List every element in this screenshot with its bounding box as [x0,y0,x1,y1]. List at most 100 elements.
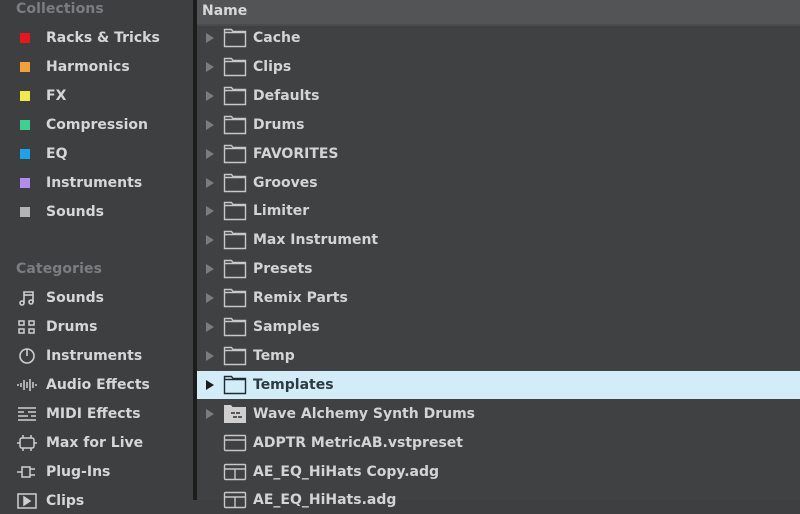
category-label: Max for Live [46,435,144,451]
category-item[interactable]: Audio Effects [16,372,186,398]
row-label: Presets [253,261,313,278]
collection-label: Instruments [46,175,143,191]
browser-row[interactable]: Grooves [197,169,800,197]
expand-triangle-icon[interactable] [204,408,216,419]
clip-play-icon [16,491,38,511]
browser-row[interactable]: AE_EQ_HiHats Copy.adg [197,458,800,486]
collection-label: Sounds [46,204,104,220]
browser-row[interactable]: Defaults [197,82,800,110]
folder-icon [223,317,247,337]
row-label: Max Instrument [253,232,379,249]
categories-title: Categories [16,261,103,277]
color-swatch-icon [20,149,30,159]
waveform-icon [16,375,38,395]
color-swatch-icon [20,62,30,72]
collection-item[interactable]: Compression [16,112,186,138]
folder-icon [223,115,247,135]
folder-icon [223,375,247,395]
music-note-icon [16,288,38,308]
collections-title: Collections [16,1,104,17]
row-label: ADPTR MetricAB.vstpreset [253,434,463,451]
row-label: Grooves [253,174,318,191]
category-item[interactable]: Clips [16,488,186,514]
folder-icon [223,173,247,193]
expand-triangle-icon[interactable] [204,33,216,43]
expand-triangle-icon[interactable] [204,379,216,390]
category-item[interactable]: Drums [16,314,186,340]
folder-icon [223,28,247,48]
category-label: Drums [46,319,98,335]
row-label: Remix Parts [253,290,348,307]
row-label: Limiter [253,203,310,220]
category-item[interactable]: Sounds [16,285,186,311]
row-label: Templates [253,376,334,393]
category-item[interactable]: Instruments [16,343,186,369]
browser-sidebar: Collections Racks & Tricks Harmonics FX Com… [0,0,193,509]
browser-row[interactable]: ADPTR MetricAB.vstpreset [197,429,800,457]
folder-icon [223,144,247,164]
row-label: Temp [253,347,295,364]
browser-row[interactable]: Templates [197,370,800,399]
row-label: Samples [253,319,320,335]
collection-label: Compression [46,117,148,133]
folder-icon [223,57,247,77]
expand-triangle-icon[interactable] [204,206,216,217]
midi-lines-icon [16,404,38,424]
folder-icon [223,346,247,366]
category-label: Sounds [46,290,104,306]
expand-triangle-icon[interactable] [204,322,216,332]
browser-row[interactable]: Limiter [197,197,800,225]
expand-triangle-icon[interactable] [204,90,216,101]
collection-item[interactable]: Racks & Tricks [16,25,186,51]
column-header-label: Name [202,3,248,19]
folder-icon [223,201,247,221]
category-item[interactable]: Plug-Ins [16,459,186,485]
expand-triangle-icon[interactable] [204,61,216,72]
collection-item[interactable]: Instruments [16,170,186,196]
plug-icon [16,462,38,482]
browser-row[interactable]: Presets [197,255,800,283]
browser-row[interactable]: Drums [197,111,800,139]
expand-triangle-icon[interactable] [204,119,216,130]
row-label: FAVORITES [253,145,339,162]
row-label: Wave Alchemy Synth Drums [253,405,475,422]
color-swatch-icon [20,178,30,188]
collection-item[interactable]: Harmonics [16,54,186,80]
row-label: Defaults [253,87,320,104]
browser-row[interactable]: FAVORITES [197,140,800,168]
browser-row[interactable]: Samples [197,313,800,341]
expand-triangle-icon[interactable] [204,350,216,361]
browser-row[interactable]: Wave Alchemy Synth Drums [197,400,800,428]
color-swatch-icon [20,91,30,101]
category-item[interactable]: MIDI Effects [16,401,186,427]
column-header-name[interactable]: Name [197,0,800,26]
category-label: Plug-Ins [46,464,111,480]
color-swatch-icon [20,120,30,130]
category-label: Instruments [46,348,143,364]
category-label: Clips [46,493,85,509]
browser-row[interactable]: Remix Parts [197,284,800,312]
collection-item[interactable]: Sounds [16,199,186,225]
browser-row[interactable]: AE_EQ_HiHats.adg [197,486,800,514]
row-label: AE_EQ_HiHats Copy.adg [253,463,440,480]
expand-triangle-icon[interactable] [204,264,216,275]
browser-row[interactable]: Clips [197,53,800,81]
folder-icon [223,230,247,250]
collection-item[interactable]: FX [16,83,186,109]
file-browser: Name Cache Clips Defaults Drums FAVORITES Gro… [197,0,800,509]
browser-row[interactable]: Temp [197,342,800,370]
collection-label: EQ [46,146,68,162]
rack-file-icon [223,490,247,510]
expand-triangle-icon[interactable] [204,293,216,304]
expand-triangle-icon[interactable] [204,148,216,159]
collection-item[interactable]: EQ [16,141,186,167]
expand-triangle-icon[interactable] [204,235,216,246]
color-swatch-icon [20,33,30,43]
browser-row[interactable]: Cache [197,24,800,52]
expand-triangle-icon[interactable] [204,177,216,188]
color-swatch-icon [20,207,30,217]
browser-row[interactable]: Max Instrument [197,226,800,254]
folder-icon [223,86,247,106]
category-item[interactable]: Max for Live [16,430,186,456]
row-label: Drums [253,116,305,133]
